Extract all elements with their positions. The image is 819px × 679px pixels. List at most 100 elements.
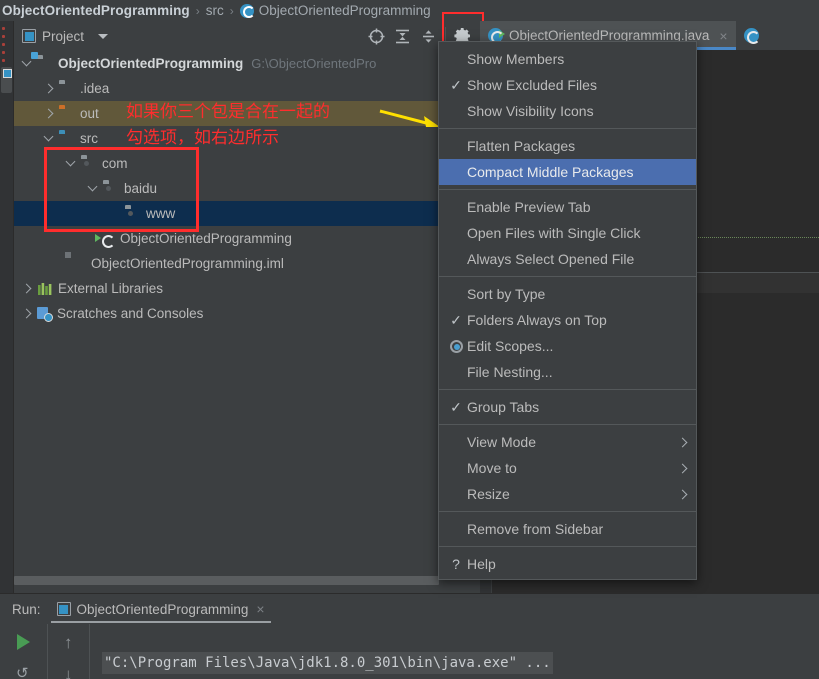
chevron-down-icon[interactable]: [66, 158, 77, 169]
run-tool-window: Run: ObjectOrientedProgramming × ↺ ↑ ↓ "…: [0, 593, 819, 679]
tree-label: com: [102, 156, 128, 171]
menu-item-label: Flatten Packages: [467, 138, 576, 154]
project-horizontal-scrollbar[interactable]: [14, 576, 439, 585]
menu-item-show-members[interactable]: Show Members: [439, 46, 696, 72]
close-icon[interactable]: ×: [256, 601, 264, 617]
tree-row-idea[interactable]: .idea: [14, 76, 480, 101]
editor-tab-secondary[interactable]: [736, 21, 767, 50]
close-icon[interactable]: ×: [719, 28, 727, 44]
menu-separator: [439, 128, 696, 129]
chevron-right-icon[interactable]: [22, 308, 33, 319]
annotation-line-2: 勾选项，如右边所示: [126, 128, 279, 148]
folder-blue-icon: [59, 132, 75, 146]
menu-item-enable-preview-tab[interactable]: Enable Preview Tab: [439, 194, 696, 220]
expand-all-icon[interactable]: [389, 23, 415, 49]
menu-item-label: Group Tabs: [467, 399, 540, 415]
project-tool-button[interactable]: [1, 67, 12, 93]
question-icon: ?: [452, 556, 460, 572]
menu-item-label: Always Select Opened File: [467, 251, 635, 267]
scroll-up-icon[interactable]: ↑: [64, 633, 73, 653]
menu-item-resize[interactable]: Resize: [439, 481, 696, 507]
tree-row-java-class[interactable]: ObjectOrientedProgramming: [14, 226, 480, 251]
breadcrumb-folder[interactable]: src: [206, 3, 224, 18]
chevron-down-icon[interactable]: [22, 58, 33, 69]
menu-item-remove-from-sidebar[interactable]: Remove from Sidebar: [439, 516, 696, 542]
tree-row-com[interactable]: com: [14, 151, 480, 176]
menu-item-flatten-packages[interactable]: Flatten Packages: [439, 133, 696, 159]
menu-item-always-select-opened-file[interactable]: Always Select Opened File: [439, 246, 696, 272]
menu-item-label: Enable Preview Tab: [467, 199, 591, 215]
tree-row-scratches[interactable]: Scratches and Consoles: [14, 301, 480, 326]
menu-item-label: Folders Always on Top: [467, 312, 607, 328]
tree-label: ObjectOrientedProgramming.iml: [91, 256, 284, 271]
annotation-line-1: 如果你三个包是合在一起的: [126, 102, 330, 122]
chevron-down-icon[interactable]: [44, 133, 55, 144]
run-tab-label: ObjectOrientedProgramming: [76, 601, 249, 617]
tree-row-external-libraries[interactable]: External Libraries: [14, 276, 480, 301]
check-icon: ✓: [450, 398, 462, 415]
menu-separator: [439, 189, 696, 190]
menu-item-compact-middle-packages[interactable]: Compact Middle Packages: [439, 159, 696, 185]
run-body: ↺ ↑ ↓ "C:\Program Files\Java\jdk1.8.0_30…: [0, 624, 819, 679]
breadcrumb-separator-1: ›: [195, 3, 200, 18]
project-window-icon: [22, 29, 36, 43]
run-tab[interactable]: ObjectOrientedProgramming ×: [50, 594, 271, 624]
breadcrumb-file[interactable]: ObjectOrientedProgramming: [259, 3, 431, 18]
tree-row-baidu[interactable]: baidu: [14, 176, 480, 201]
package-icon: [125, 207, 141, 221]
module-folder-icon: [37, 57, 53, 71]
menu-item-show-excluded-files[interactable]: ✓ Show Excluded Files: [439, 72, 696, 98]
breadcrumb-project[interactable]: ObjectOrientedProgramming: [2, 3, 190, 18]
scroll-down-icon[interactable]: ↓: [64, 665, 73, 679]
tree-row-www[interactable]: www: [14, 201, 480, 226]
run-controls-scroll: ↑ ↓: [48, 624, 90, 679]
radio-selected-icon: [445, 339, 467, 353]
chevron-right-icon: [677, 437, 688, 447]
menu-item-label: File Nesting...: [467, 364, 553, 380]
select-opened-file-icon[interactable]: [363, 23, 389, 49]
chevron-down-icon[interactable]: [98, 33, 109, 39]
run-console[interactable]: "C:\Program Files\Java\jdk1.8.0_301\bin\…: [90, 624, 819, 679]
libraries-icon: [37, 282, 53, 296]
check-icon: ✓: [450, 76, 462, 93]
chevron-right-icon[interactable]: [22, 283, 33, 294]
menu-item-label: View Mode: [467, 434, 537, 450]
menu-item-label: Resize: [467, 486, 510, 502]
menu-item-help[interactable]: ? Help: [439, 551, 696, 577]
chevron-right-icon[interactable]: [44, 108, 55, 119]
project-options-context-menu: Show Members ✓ Show Excluded Files Show …: [438, 41, 697, 580]
menu-item-label: Edit Scopes...: [467, 338, 554, 354]
package-icon: [103, 182, 119, 196]
menu-item-label: Show Visibility Icons: [467, 103, 594, 119]
menu-item-sort-by-type[interactable]: Sort by Type: [439, 281, 696, 307]
tree-label: External Libraries: [58, 281, 164, 296]
chevron-down-icon[interactable]: [88, 183, 99, 194]
menu-item-file-nesting[interactable]: File Nesting...: [439, 359, 696, 385]
tree-label: baidu: [124, 181, 158, 196]
console-command-line: "C:\Program Files\Java\jdk1.8.0_301\bin\…: [102, 652, 553, 674]
menu-item-label: Help: [467, 556, 496, 572]
package-icon: [81, 157, 97, 171]
menu-item-view-mode[interactable]: View Mode: [439, 429, 696, 455]
scratches-icon: [37, 306, 53, 322]
project-title-group[interactable]: Project: [22, 29, 109, 44]
tree-row-iml[interactable]: ObjectOrientedProgramming.iml: [14, 251, 480, 276]
tree-label: .idea: [80, 81, 110, 96]
tree-row-module[interactable]: ObjectOrientedProgramming G:\ObjectOrien…: [14, 51, 480, 76]
menu-item-label: Move to: [467, 460, 517, 476]
menu-item-group-tabs[interactable]: ✓ Group Tabs: [439, 394, 696, 420]
menu-item-show-visibility-icons[interactable]: Show Visibility Icons: [439, 98, 696, 124]
menu-item-folders-always-on-top[interactable]: ✓ Folders Always on Top: [439, 307, 696, 333]
chevron-right-icon: [677, 463, 688, 473]
breadcrumb: ObjectOrientedProgramming › src › Object…: [0, 0, 819, 21]
tree-label: out: [80, 106, 99, 121]
rerun-button-icon[interactable]: ↺: [16, 664, 29, 679]
menu-item-open-files-single-click[interactable]: Open Files with Single Click: [439, 220, 696, 246]
iml-file-icon: [70, 257, 86, 271]
run-button-icon[interactable]: [17, 634, 30, 650]
chevron-right-icon[interactable]: [44, 83, 55, 94]
menu-item-edit-scopes[interactable]: Edit Scopes...: [439, 333, 696, 359]
run-controls-left: ↺: [0, 624, 48, 679]
menu-item-move-to[interactable]: Move to: [439, 455, 696, 481]
left-sidebar-strip: [0, 21, 14, 593]
